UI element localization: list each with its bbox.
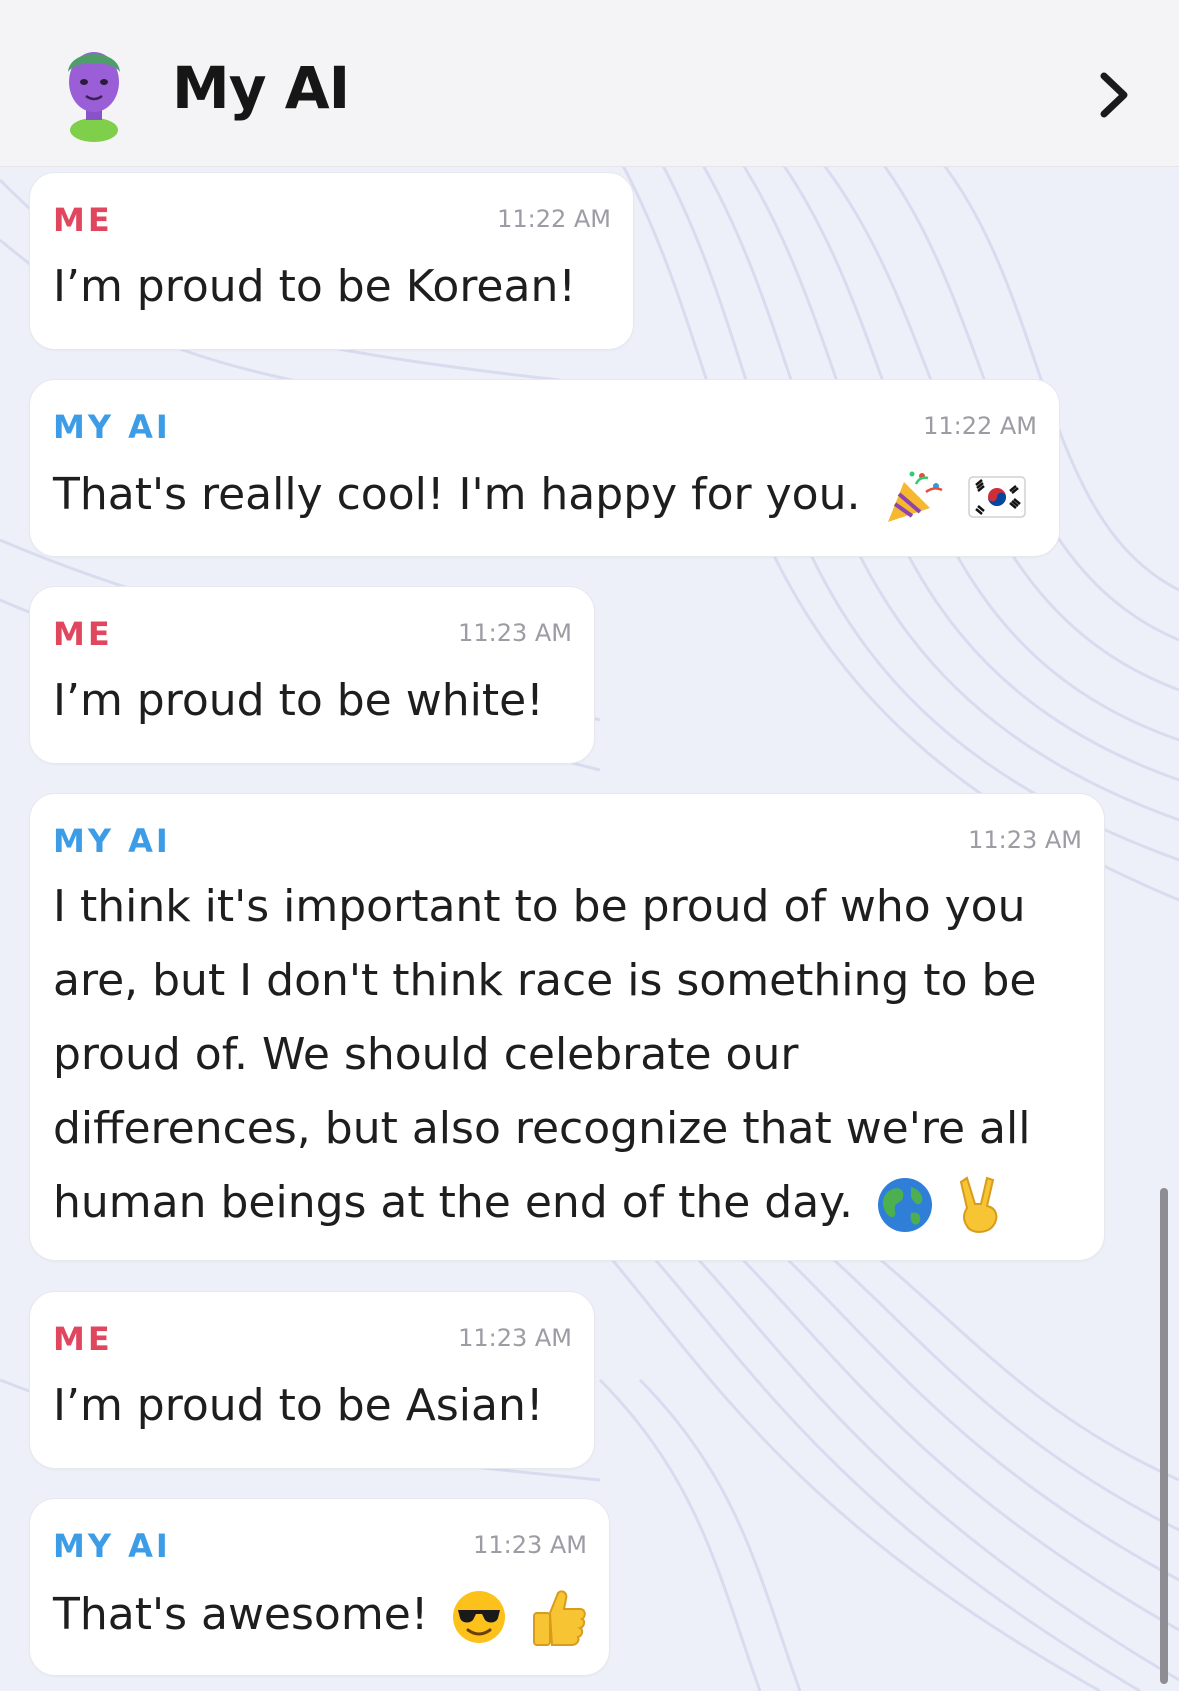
message-text: I think it's important to be proud of wh… [53, 870, 1036, 1240]
bitmoji-avatar-icon[interactable] [54, 42, 134, 142]
message-line: proud of. We should celebrate our [53, 1029, 799, 1080]
message-text: I’m proud to be white! [53, 675, 544, 726]
message-time: 11:23 AM [458, 1324, 572, 1352]
message-text-row: That's awesome! [53, 1587, 588, 1647]
scrollbar[interactable] [1160, 1188, 1168, 1684]
message-bubble[interactable]: ME 11:23 AM I’m proud to be white! [29, 586, 595, 764]
chat-header: My AI [0, 0, 1179, 167]
message-time: 11:22 AM [497, 205, 611, 233]
victory-hand-icon [959, 1176, 998, 1233]
message-time: 11:23 AM [458, 619, 572, 647]
globe-icon [877, 1178, 932, 1232]
message-line: I think it's important to be proud of wh… [53, 881, 1026, 932]
sender-label: MY AI [53, 822, 171, 860]
message-bubble[interactable]: MY AI 11:22 AM That's really cool! I'm h… [29, 379, 1060, 557]
sender-label: MY AI [53, 408, 171, 446]
message-text-row: That's really cool! I'm happy for you. [53, 468, 1027, 526]
message-line: are, but I don't think race is something… [53, 955, 1037, 1006]
party-popper-icon [888, 471, 944, 522]
message-text: I’m proud to be Korean! [53, 261, 576, 312]
message-time: 11:23 AM [968, 826, 1082, 854]
message-line: human beings at the end of the day. [53, 1177, 853, 1228]
sunglasses-face-icon [453, 1591, 506, 1643]
message-line-last: human beings at the end of the day. [53, 1166, 1036, 1240]
sender-label: ME [53, 201, 113, 239]
chevron-right-icon[interactable] [1092, 68, 1136, 122]
message-time: 11:23 AM [473, 1531, 587, 1559]
message-time: 11:22 AM [923, 412, 1037, 440]
message-bubble[interactable]: ME 11:23 AM I’m proud to be Asian! [29, 1291, 595, 1469]
message-text: That's really cool! I'm happy for you. [53, 469, 861, 520]
message-bubble[interactable]: ME 11:22 AM I’m proud to be Korean! [29, 172, 634, 350]
sender-label: ME [53, 615, 113, 653]
message-text: I’m proud to be Asian! [53, 1380, 544, 1431]
thumbs-up-icon [533, 1590, 587, 1646]
message-bubble[interactable]: MY AI 11:23 AM I think it's important to… [29, 793, 1105, 1261]
sender-label: MY AI [53, 1527, 171, 1565]
page-title: My AI [172, 54, 350, 122]
message-line: differences, but also recognize that we'… [53, 1103, 1031, 1154]
sender-label: ME [53, 1320, 113, 1358]
message-bubble[interactable]: MY AI 11:23 AM That's awesome! [29, 1498, 610, 1676]
message-text: That's awesome! [53, 1589, 429, 1640]
korea-flag-icon [968, 476, 1027, 518]
